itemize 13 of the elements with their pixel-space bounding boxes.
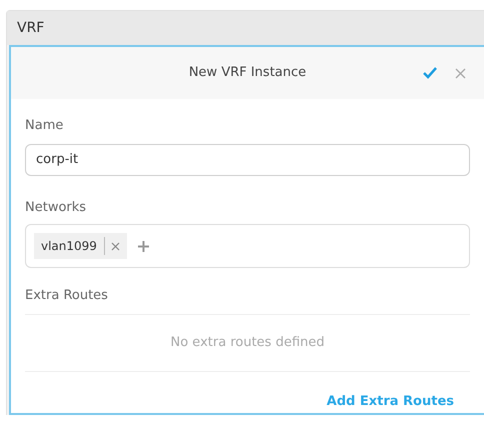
check-icon — [422, 66, 438, 80]
extra-routes-label: Extra Routes — [25, 287, 109, 305]
dialog-title: New VRF Instance — [188, 64, 306, 82]
add-network-button[interactable] — [136, 239, 151, 253]
name-input[interactable]: corp-it — [25, 144, 470, 176]
close-icon — [454, 68, 466, 78]
plus-icon — [138, 240, 150, 252]
close-icon — [111, 242, 120, 250]
name-label: Name — [25, 117, 64, 135]
section-title: VRF — [7, 11, 484, 45]
networks-label: Networks — [25, 198, 88, 216]
networks-field[interactable]: vlan1099 — [25, 224, 470, 268]
empty-routes-message: No extra routes defined — [170, 334, 326, 352]
